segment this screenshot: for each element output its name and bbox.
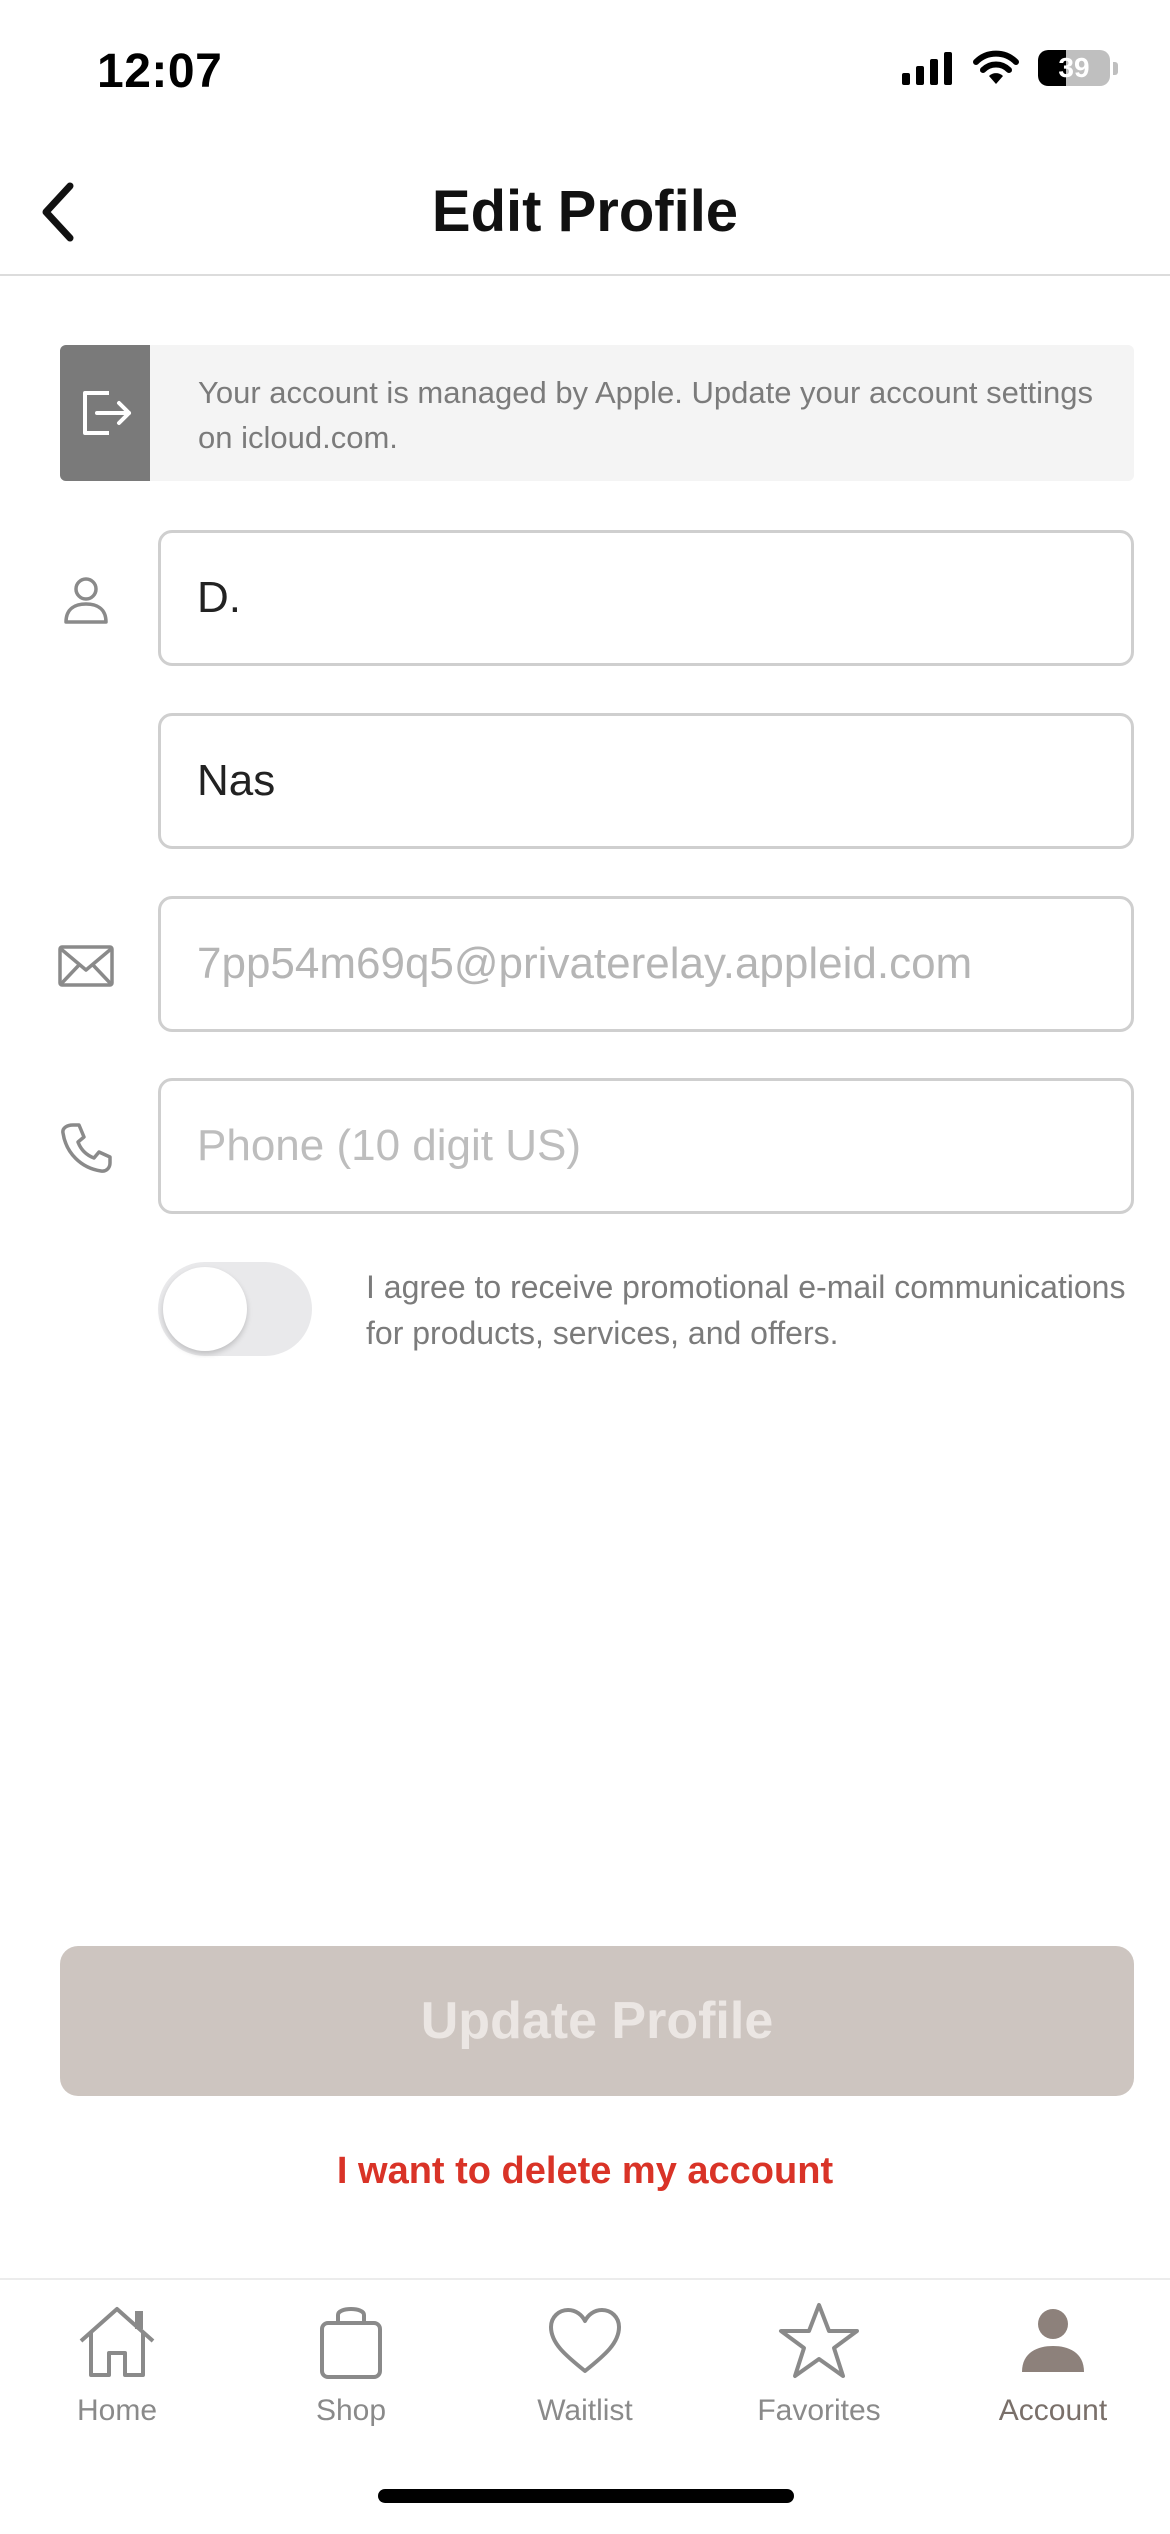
battery-level: 39	[1058, 52, 1090, 83]
navigation-header: Edit Profile	[0, 150, 1170, 276]
last-name-field[interactable]	[158, 713, 1134, 849]
first-name-input[interactable]	[197, 533, 1111, 663]
email-input[interactable]	[197, 899, 1111, 1029]
last-name-input[interactable]	[197, 716, 1111, 846]
tab-home[interactable]: Home	[0, 2298, 234, 2448]
person-icon	[56, 570, 116, 630]
heart-icon	[549, 2308, 621, 2373]
toggle-knob	[163, 1267, 247, 1351]
apple-account-banner: Your account is managed by Apple. Update…	[60, 345, 1134, 481]
sign-out-icon	[83, 391, 131, 435]
tab-label: Waitlist	[537, 2394, 633, 2427]
envelope-icon	[56, 936, 116, 996]
wifi-icon	[973, 50, 1019, 84]
tab-account[interactable]: Account	[936, 2298, 1170, 2448]
page-title: Edit Profile	[431, 179, 739, 244]
tab-shop[interactable]: Shop	[234, 2298, 468, 2448]
tab-favorites[interactable]: Favorites	[702, 2298, 936, 2448]
delete-account-link[interactable]: I want to delete my account	[0, 2150, 1170, 2193]
status-bar: 12:07 39	[0, 0, 1170, 150]
status-icons: 39	[902, 50, 1118, 86]
email-field[interactable]	[158, 896, 1134, 1032]
star-icon	[779, 2303, 859, 2378]
home-indicator	[378, 2489, 794, 2503]
phone-field[interactable]	[158, 1078, 1134, 1214]
tab-label: Account	[998, 2394, 1108, 2427]
tab-waitlist[interactable]: Waitlist	[468, 2298, 702, 2448]
person-filled-icon	[1022, 2309, 1084, 2372]
battery-nub	[1113, 61, 1118, 75]
tab-label: Home	[76, 2394, 158, 2427]
banner-text: Your account is managed by Apple. Update…	[198, 375, 1093, 455]
banner-badge	[60, 345, 150, 481]
shopping-bag-icon	[320, 2307, 382, 2379]
update-profile-button[interactable]: Update Profile	[60, 1946, 1134, 2096]
first-name-field[interactable]	[158, 530, 1134, 666]
tab-label: Favorites	[757, 2394, 881, 2427]
tab-label: Shop	[315, 2394, 387, 2427]
phone-icon	[56, 1118, 116, 1178]
home-icon	[79, 2307, 155, 2377]
promo-consent-label: I agree to receive promotional e-mail co…	[366, 1269, 1126, 1351]
phone-input[interactable]	[197, 1081, 1111, 1211]
promo-consent-toggle[interactable]	[158, 1262, 312, 1356]
battery-icon: 39	[1038, 50, 1110, 86]
cellular-signal-icon	[902, 51, 952, 85]
status-time: 12:07	[97, 45, 223, 98]
